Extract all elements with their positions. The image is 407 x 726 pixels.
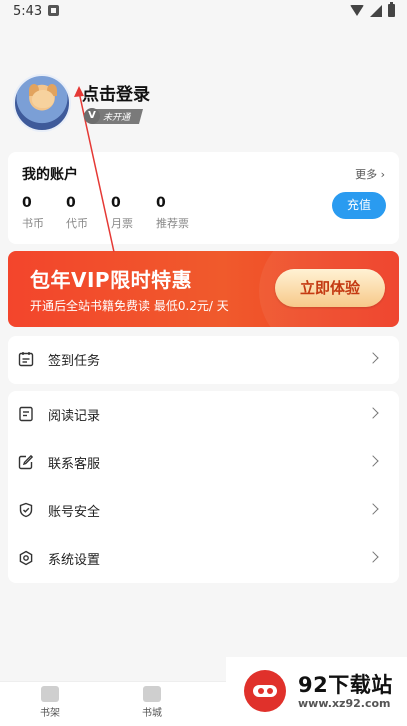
wifi-icon [350, 5, 364, 16]
vip-icon: V [84, 108, 100, 124]
tab-bookstore[interactable]: 书城 [132, 686, 172, 719]
chevron-right-icon [367, 352, 379, 364]
checkin-card: 签到任务 [8, 336, 399, 384]
bookshelf-icon [41, 686, 59, 702]
status-bar: 5:43 [0, 0, 407, 24]
gear-icon [19, 550, 33, 566]
vip-status-badge: V 未开通 [84, 108, 144, 124]
chevron-right-icon [367, 407, 379, 419]
menu-item-label: 阅读记录 [48, 409, 101, 424]
status-time: 5:43 [13, 4, 43, 19]
vip-banner[interactable]: 包年VIP限时特惠 开通后全站书籍免费读 最低0.2元/ 天 立即体验 [8, 251, 399, 327]
chevron-right-icon [367, 455, 379, 467]
avatar-face [32, 90, 54, 108]
avatar[interactable] [13, 74, 71, 132]
stat-value: 0 [22, 195, 32, 211]
chevron-right-icon [367, 503, 379, 515]
menu-item-label: 联系客服 [48, 457, 101, 472]
menu-item-checkin[interactable]: 签到任务 [8, 336, 399, 384]
watermark-title: 92下载站 [298, 673, 393, 697]
menu-card: 阅读记录 联系客服 账号安全 系统设置 [8, 391, 399, 583]
notification-icon [48, 5, 59, 16]
login-link[interactable]: 点击登录 [82, 80, 150, 105]
more-label: 更多 [355, 168, 378, 181]
stat-value: 0 [66, 195, 76, 211]
menu-item-system-settings[interactable]: 系统设置 [8, 535, 399, 583]
chevron-right-icon: › [380, 168, 385, 181]
menu-item-label: 系统设置 [48, 553, 101, 568]
tab-label: 书架 [40, 708, 60, 719]
gamepad-logo-icon [244, 670, 286, 712]
recharge-button[interactable]: 充值 [332, 192, 386, 219]
account-more-link[interactable]: 更多 › [355, 166, 385, 182]
tab-label: 书城 [142, 708, 162, 719]
watermark-url: www.xz92.com [298, 697, 391, 710]
try-now-button[interactable]: 立即体验 [275, 269, 385, 307]
stat-value: 0 [111, 195, 121, 211]
chevron-right-icon [367, 551, 379, 563]
menu-item-account-security[interactable]: 账号安全 [8, 487, 399, 535]
menu-item-label: 账号安全 [48, 505, 101, 520]
status-icons [350, 2, 395, 17]
site-watermark: 92下载站 www.xz92.com [226, 657, 407, 725]
stat-value: 0 [156, 195, 166, 211]
stat-label: 书币 [22, 217, 44, 230]
stat-tokens[interactable]: 0 代币 [66, 195, 88, 231]
stat-book-coins[interactable]: 0 书币 [22, 195, 44, 231]
document-icon [19, 406, 33, 422]
menu-item-customer-service[interactable]: 联系客服 [8, 439, 399, 487]
menu-item-label: 签到任务 [48, 354, 101, 369]
tab-bookshelf[interactable]: 书架 [30, 686, 70, 719]
battery-icon [388, 2, 395, 17]
stat-label: 推荐票 [156, 217, 189, 230]
shield-icon [19, 502, 33, 518]
account-title: 我的账户 [22, 167, 78, 183]
banner-subtitle: 开通后全站书籍免费读 最低0.2元/ 天 [30, 299, 229, 313]
signal-icon [370, 4, 382, 17]
edit-icon [18, 454, 34, 470]
menu-item-reading-history[interactable]: 阅读记录 [8, 391, 399, 439]
stat-label: 代币 [66, 217, 88, 230]
stat-recommend-tickets[interactable]: 0 推荐票 [156, 195, 189, 231]
banner-title: 包年VIP限时特惠 [30, 268, 193, 292]
stat-label: 月票 [111, 217, 133, 230]
bookstore-icon [143, 686, 161, 702]
stat-monthly-tickets[interactable]: 0 月票 [111, 195, 133, 231]
calendar-icon [18, 352, 34, 367]
account-card: 我的账户 更多 › 0 书币 0 代币 0 月票 0 推荐票 充值 [8, 152, 399, 244]
